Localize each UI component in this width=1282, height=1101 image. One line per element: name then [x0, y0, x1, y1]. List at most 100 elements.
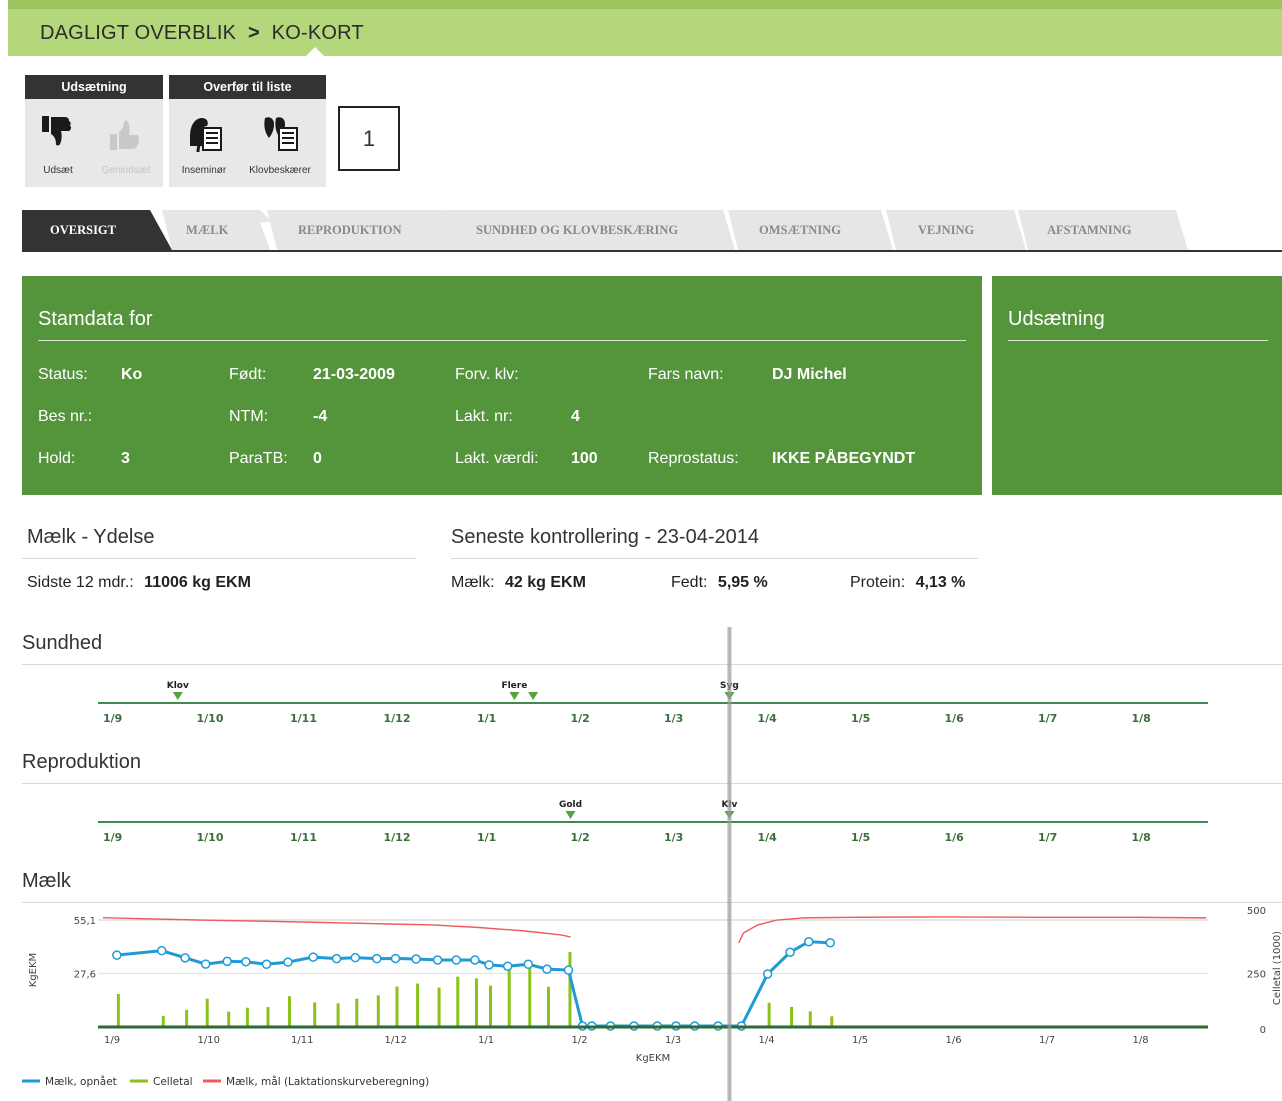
chart-x-tick-label: 1/3	[665, 1035, 681, 1046]
chart-line-maelk-opnaaet	[116, 940, 831, 1028]
chart-bar-celletal	[205, 998, 209, 1027]
sundhed-tick-label: 1/1	[477, 712, 496, 725]
chart-bar-celletal	[830, 1016, 834, 1027]
chart-x-tick-label: 1/1	[478, 1035, 494, 1046]
reproduktion-tick-label: 1/4	[758, 831, 778, 844]
sundhed-tick-label: 1/3	[664, 712, 683, 725]
chart-y2-tick-label: 500	[1247, 906, 1266, 917]
chart-bar-celletal	[568, 951, 572, 1027]
chart-bar-celletal	[507, 969, 511, 1027]
sundhed-tick-label: 1/4	[758, 712, 778, 725]
reproduktion-event-marker	[565, 811, 576, 819]
reproduktion-tick-label: 1/11	[290, 831, 317, 844]
legend-label: Mælk, mål (Laktationskurveberegning)	[226, 1075, 429, 1088]
chart-point-maelk-opnaaet	[785, 947, 795, 957]
chart-point-maelk-opnaaet	[157, 945, 167, 956]
chart-point-maelk-opnaaet	[411, 954, 421, 964]
chart-bar-celletal	[528, 967, 532, 1027]
sundhed-tick-label: 1/11	[290, 712, 317, 725]
chart-bar-celletal	[227, 1011, 231, 1027]
chart-x-tick-label: 1/8	[1133, 1035, 1149, 1046]
chart-point-maelk-opnaaet	[200, 959, 211, 969]
chart-bar-celletal	[355, 998, 359, 1027]
chart-point-maelk-opnaaet	[241, 957, 251, 967]
chart-bar-celletal	[395, 986, 399, 1027]
chart-x-tick-label: 1/12	[385, 1035, 407, 1046]
chart-point-maelk-opnaaet	[372, 953, 382, 964]
chart-y2-axis-label: Celletal (1000)	[1272, 931, 1282, 1005]
sundhed-event-label: Klov	[167, 681, 189, 691]
chart-point-maelk-opnaaet	[390, 953, 401, 964]
chart-point-maelk-opnaaet	[762, 969, 773, 979]
sundhed-event-marker	[528, 692, 539, 700]
sundhed-tick-label: 1/8	[1132, 712, 1151, 725]
reproduktion-tick-label: 1/1	[477, 831, 496, 844]
chart-point-maelk-opnaaet	[502, 961, 513, 971]
chart-bar-celletal	[376, 995, 380, 1027]
sundhed-tick-label: 1/7	[1038, 712, 1057, 725]
chart-point-maelk-opnaaet	[542, 964, 552, 974]
chart-point-maelk-opnaaet	[350, 952, 361, 963]
reproduktion-tick-label: 1/8	[1132, 831, 1151, 844]
sundhed-tick-label: 1/10	[197, 712, 224, 725]
chart-point-maelk-opnaaet	[451, 955, 462, 965]
sundhed-event-marker	[509, 692, 520, 700]
chart-point-maelk-opnaaet	[825, 937, 836, 948]
chart-bar-celletal	[116, 994, 120, 1027]
current-date-marker	[727, 627, 732, 1101]
chart-point-maelk-opnaaet	[112, 950, 122, 960]
chart-bar-celletal	[313, 1002, 317, 1027]
chart-x-tick-label: 1/10	[198, 1035, 220, 1046]
chart-point-maelk-opnaaet	[331, 953, 342, 964]
chart-bar-celletal	[456, 976, 460, 1027]
chart-point-maelk-opnaaet	[180, 953, 190, 963]
chart-point-maelk-opnaaet	[261, 959, 272, 970]
chart-y2-tick-label: 250	[1247, 970, 1266, 981]
chart-x-tick-label: 1/4	[759, 1035, 775, 1046]
timeline-and-chart-canvas: 1/9 1/10 1/11 1/12 1/1 1/2 1/3 1/4 1/5 1/6 1/7 1/8K…	[22, 627, 1282, 1101]
chart-point-maelk-opnaaet	[523, 959, 534, 970]
chart-point-maelk-opnaaet	[308, 952, 318, 962]
chart-y-axis-label: KgEKM	[28, 953, 39, 987]
chart-bar-celletal	[808, 1011, 812, 1027]
sundhed-tick-label: 1/12	[384, 712, 411, 725]
chart-bar-celletal	[767, 1002, 771, 1027]
chart-point-maelk-opnaaet	[470, 955, 480, 965]
reproduktion-tick-label: 1/5	[851, 831, 870, 844]
chart-point-maelk-opnaaet	[563, 965, 574, 975]
reproduktion-tick-label: 1/12	[384, 831, 411, 844]
chart-bar-celletal	[474, 978, 478, 1027]
chart-x-axis-label: KgEKM	[636, 1053, 670, 1064]
chart-line-target	[102, 916, 571, 938]
legend-label: Mælk, opnået	[45, 1075, 117, 1088]
chart-x-tick-label: 1/11	[291, 1035, 313, 1046]
chart-x-tick-label: 1/6	[946, 1035, 962, 1046]
chart-x-tick-label: 1/5	[852, 1035, 868, 1046]
chart-y-tick-label: 55,1	[74, 916, 96, 927]
sundhed-tick-label: 1/5	[851, 712, 870, 725]
reproduktion-tick-label: 1/2	[571, 831, 590, 844]
chart-bar-celletal	[336, 1003, 340, 1027]
sundhed-event-label: Flere	[501, 681, 527, 691]
chart-x-tick-label: 1/9	[104, 1035, 120, 1046]
chart-bar-celletal	[266, 1007, 270, 1027]
chart-bar-celletal	[287, 996, 291, 1027]
reproduktion-event-label: Gold	[559, 800, 582, 810]
sundhed-tick-label: 1/9	[103, 712, 122, 725]
chart-bar-celletal	[489, 985, 492, 1027]
chart-x-tick-label: 1/7	[1039, 1035, 1055, 1046]
reproduktion-tick-label: 1/6	[945, 831, 965, 844]
reproduktion-tick-label: 1/3	[664, 831, 683, 844]
chart-y2-tick-label: 0	[1260, 1025, 1266, 1036]
chart-x-tick-label: 1/2	[572, 1035, 588, 1046]
chart-point-maelk-opnaaet	[484, 960, 494, 970]
chart-bar-celletal	[185, 1009, 189, 1027]
sundhed-tick-label: 1/6	[945, 712, 965, 725]
chart-bar-celletal	[245, 1007, 249, 1027]
chart-point-maelk-opnaaet	[432, 955, 443, 965]
chart-bar-celletal	[161, 1015, 165, 1027]
chart-bar-celletal	[416, 983, 420, 1027]
reproduktion-tick-label: 1/10	[197, 831, 224, 844]
reproduktion-tick-label: 1/9	[103, 831, 122, 844]
chart-point-maelk-opnaaet	[222, 956, 232, 967]
